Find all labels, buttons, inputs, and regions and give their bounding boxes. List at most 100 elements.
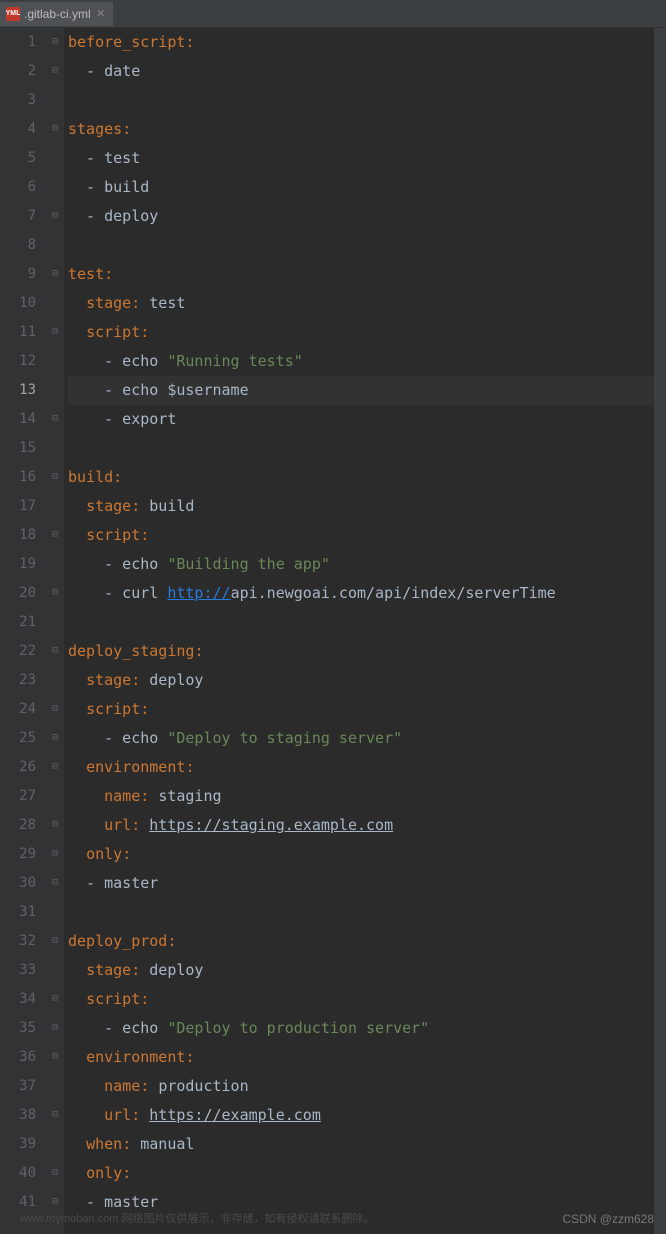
line-number: 35 [0, 1014, 36, 1043]
code-line[interactable]: deploy_prod: [68, 927, 666, 956]
line-number: 14 [0, 405, 36, 434]
fold-close-icon[interactable]: ⊟ [50, 878, 60, 888]
fold-open-icon[interactable]: ⊟ [50, 327, 60, 337]
code-line[interactable]: url: https://staging.example.com [68, 811, 666, 840]
code-line[interactable]: name: production [68, 1072, 666, 1101]
fold-open-icon[interactable]: ⊟ [50, 849, 60, 859]
fold-close-icon[interactable]: ⊟ [50, 414, 60, 424]
code-line[interactable]: - deploy [68, 202, 666, 231]
fold-gutter[interactable]: ⊟ ⊟ ⊟ ⊟ ⊟ ⊟ ⊟ ⊟ ⊟ ⊟ ⊟ ⊟ ⊟ ⊟ ⊟ ⊟ ⊟ ⊟ ⊟ ⊟ ⊟ ⊟ ⊟ ⊟ [48, 28, 64, 1234]
fold-close-icon[interactable]: ⊟ [50, 1023, 60, 1033]
code-line[interactable]: - echo "Deploy to production server" [68, 1014, 666, 1043]
code-line[interactable]: only: [68, 1159, 666, 1188]
code-line[interactable]: script: [68, 985, 666, 1014]
code-line[interactable]: - echo $username [68, 376, 666, 405]
line-number: 4 [0, 115, 36, 144]
line-number: 17 [0, 492, 36, 521]
line-number: 9 [0, 260, 36, 289]
code-line[interactable] [68, 434, 666, 463]
fold-open-icon[interactable]: ⊟ [50, 472, 60, 482]
fold-open-icon[interactable]: ⊟ [50, 1052, 60, 1062]
line-number: 33 [0, 956, 36, 985]
tab-filename: .gitlab-ci.yml [24, 7, 91, 21]
code-line[interactable]: stages: [68, 115, 666, 144]
watermark-text: CSDN @zzm628 [562, 1212, 654, 1226]
code-line[interactable]: stage: deploy [68, 666, 666, 695]
code-line[interactable]: script: [68, 695, 666, 724]
line-number: 12 [0, 347, 36, 376]
fold-open-icon[interactable]: ⊟ [50, 936, 60, 946]
line-number: 7 [0, 202, 36, 231]
fold-open-icon[interactable]: ⊟ [50, 37, 60, 47]
code-line[interactable]: test: [68, 260, 666, 289]
code-line[interactable]: - curl http://api.newgoai.com/api/index/… [68, 579, 666, 608]
code-line[interactable]: - echo "Deploy to staging server" [68, 724, 666, 753]
code-line[interactable]: name: staging [68, 782, 666, 811]
fold-close-icon[interactable]: ⊟ [50, 66, 60, 76]
code-line[interactable]: environment: [68, 1043, 666, 1072]
code-line[interactable]: stage: build [68, 492, 666, 521]
code-line[interactable] [68, 231, 666, 260]
code-line[interactable] [68, 608, 666, 637]
fold-close-icon[interactable]: ⊟ [50, 733, 60, 743]
fold-close-icon[interactable]: ⊟ [50, 588, 60, 598]
line-number: 39 [0, 1130, 36, 1159]
code-line[interactable]: - echo "Running tests" [68, 347, 666, 376]
fold-open-icon[interactable]: ⊟ [50, 646, 60, 656]
fold-close-icon[interactable]: ⊟ [50, 820, 60, 830]
line-number: 36 [0, 1043, 36, 1072]
fold-open-icon[interactable]: ⊟ [50, 269, 60, 279]
code-line[interactable]: build: [68, 463, 666, 492]
line-number: 26 [0, 753, 36, 782]
line-number: 19 [0, 550, 36, 579]
fold-open-icon[interactable]: ⊟ [50, 1168, 60, 1178]
code-line[interactable] [68, 86, 666, 115]
fold-open-icon[interactable]: ⊟ [50, 530, 60, 540]
close-icon[interactable]: ✕ [95, 8, 107, 20]
code-editor[interactable]: 1234567891011121314151617181920212223242… [0, 28, 666, 1234]
yml-file-icon: YML [6, 7, 20, 21]
code-line[interactable]: script: [68, 318, 666, 347]
line-number: 8 [0, 231, 36, 260]
code-line[interactable]: - export [68, 405, 666, 434]
code-line[interactable]: stage: deploy [68, 956, 666, 985]
code-line[interactable]: - build [68, 173, 666, 202]
line-number: 1 [0, 28, 36, 57]
fold-open-icon[interactable]: ⊟ [50, 704, 60, 714]
line-number: 38 [0, 1101, 36, 1130]
code-line[interactable]: stage: test [68, 289, 666, 318]
file-tab[interactable]: YML .gitlab-ci.yml ✕ [0, 2, 113, 26]
code-line[interactable]: when: manual [68, 1130, 666, 1159]
code-line[interactable]: - master [68, 869, 666, 898]
code-line[interactable]: - date [68, 57, 666, 86]
code-line[interactable]: - echo "Building the app" [68, 550, 666, 579]
line-number: 24 [0, 695, 36, 724]
fold-open-icon[interactable]: ⊟ [50, 124, 60, 134]
code-line[interactable] [68, 898, 666, 927]
fold-open-icon[interactable]: ⊟ [50, 994, 60, 1004]
code-line[interactable]: only: [68, 840, 666, 869]
code-line[interactable]: url: https://example.com [68, 1101, 666, 1130]
line-number: 28 [0, 811, 36, 840]
code-line[interactable]: before_script: [68, 28, 666, 57]
line-number: 32 [0, 927, 36, 956]
code-line[interactable]: - test [68, 144, 666, 173]
code-area[interactable]: before_script: - date stages: - test - b… [64, 28, 666, 1234]
code-line[interactable]: environment: [68, 753, 666, 782]
line-number: 22 [0, 637, 36, 666]
fold-close-icon[interactable]: ⊟ [50, 1197, 60, 1207]
scrollbar-track[interactable] [654, 28, 666, 1234]
line-number: 3 [0, 86, 36, 115]
code-line[interactable]: deploy_staging: [68, 637, 666, 666]
line-number: 18 [0, 521, 36, 550]
line-number: 13 [0, 376, 36, 405]
line-number: 2 [0, 57, 36, 86]
fold-close-icon[interactable]: ⊟ [50, 211, 60, 221]
fold-open-icon[interactable]: ⊟ [50, 762, 60, 772]
line-number: 30 [0, 869, 36, 898]
line-number: 23 [0, 666, 36, 695]
fold-close-icon[interactable]: ⊟ [50, 1110, 60, 1120]
code-line[interactable]: script: [68, 521, 666, 550]
line-number: 11 [0, 318, 36, 347]
line-number: 27 [0, 782, 36, 811]
